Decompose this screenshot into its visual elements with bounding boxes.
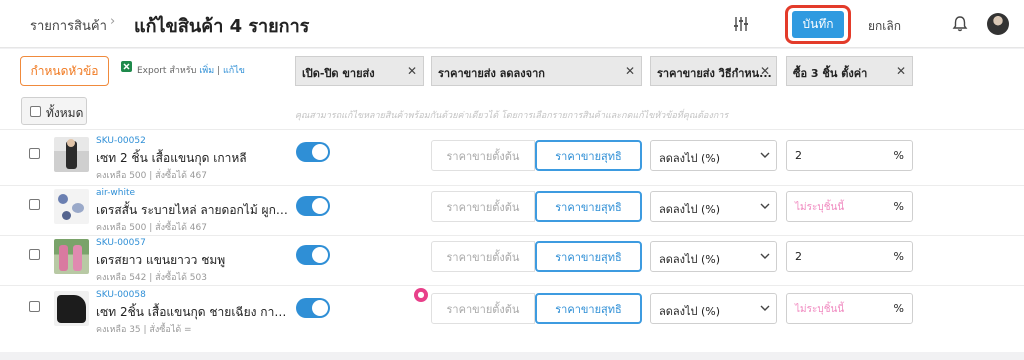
cancel-button[interactable]: ยกเลิก (868, 17, 901, 36)
row-checkbox[interactable] (29, 249, 40, 260)
select-all-label: ทั้งหมด (46, 106, 84, 120)
net-price-option[interactable]: ราคาขายสุทธิ (535, 293, 642, 324)
product-name: เซท 2 ชิ้น เสื้อแขนกุด เกาหลี (96, 151, 247, 165)
export-prefix: Export สำหรับ (137, 66, 197, 76)
row-checkbox[interactable] (29, 301, 40, 312)
buy-3-value-input[interactable]: 2 % (786, 140, 913, 171)
buy-3-value-placeholder: ไม่ระบุชิ้นนี้ (795, 202, 845, 213)
wholesale-toggle[interactable] (296, 245, 330, 265)
percent-unit: % (893, 149, 904, 162)
product-stock: คงเหลือ 35 | สั่งซื้อได้ = (96, 325, 192, 335)
product-name: เดรสยาว แขนยาวว ชมพู (96, 253, 226, 267)
product-name: เซท 2ชิ้น เสื้อแขนกุด ชายเฉียง กางเกง (96, 305, 291, 319)
product-thumbnail (54, 239, 89, 274)
close-icon[interactable]: ✕ (760, 64, 770, 78)
base-price-option[interactable]: ราคาขายตั้งต้น (431, 241, 535, 272)
wholesale-toggle[interactable] (296, 196, 330, 216)
method-select[interactable]: ลดลงไป (%) (650, 140, 777, 171)
method-value: ลดลงไป (%) (659, 253, 721, 266)
base-price-option[interactable]: ราคาขายตั้งต้น (431, 191, 535, 222)
divider (0, 285, 1024, 286)
net-price-option[interactable]: ราคาขายสุทธิ (535, 191, 642, 222)
table-row: SKU-00058 เซท 2ชิ้น เสื้อแขนกุด ชายเฉียง… (0, 290, 1024, 341)
helper-hint: คุณสามารถแก้ไขหลายสินค้าพร้อมกันด้วยค่าเ… (295, 111, 729, 121)
product-thumbnail (54, 137, 89, 172)
column-header-wholesale-discount[interactable]: ราคาขายส่ง ลดลงจาก ✕ (431, 56, 642, 86)
close-icon[interactable]: ✕ (407, 64, 417, 78)
save-button[interactable]: บันทึก (792, 11, 844, 38)
buy-3-value-input[interactable]: 2 % (786, 241, 913, 272)
wholesale-toggle[interactable] (296, 298, 330, 318)
method-value: ลดลงไป (%) (659, 152, 721, 165)
product-thumbnail (54, 189, 89, 224)
column-header-label: ราคาขายส่ง ลดลงจาก (438, 67, 545, 80)
top-bar: รายการสินค้า › แก้ไขสินค้า 4 รายการ บันท… (0, 0, 1024, 48)
column-header-wholesale-method[interactable]: ราคาขายส่ง วิธีกำหน... ✕ (650, 56, 777, 86)
buy-3-value-placeholder: ไม่ระบุชิ้นนี้ (795, 304, 845, 315)
chat-widget-icon[interactable]: ● (414, 288, 428, 302)
chevron-down-icon (760, 305, 770, 311)
product-thumbnail (54, 291, 89, 326)
product-stock: คงเหลือ 500 | สั่งซื้อได้ 467 (96, 171, 207, 181)
select-all[interactable]: ทั้งหมด (21, 97, 87, 125)
divider (0, 235, 1024, 236)
bell-icon[interactable] (951, 15, 969, 33)
export-separator: | (217, 66, 221, 76)
buy-3-value: 2 (795, 149, 802, 162)
column-header-wholesale-toggle[interactable]: เปิด-ปิด ขายส่ง ✕ (295, 56, 424, 86)
net-price-option[interactable]: ราคาขายสุทธิ (535, 140, 642, 171)
column-header-buy-3-setting[interactable]: ซื้อ 3 ชิ้น ตั้งค่า ✕ (786, 56, 913, 86)
divider (0, 185, 1024, 186)
base-price-option[interactable]: ราคาขายตั้งต้น (431, 293, 535, 324)
column-header-label: ซื้อ 3 ชิ้น ตั้งค่า (793, 67, 868, 80)
product-name: เดรสสั้น ระบายไหล่ ลายดอกไม้ ผูกเอว (96, 203, 291, 217)
sliders-icon[interactable] (732, 15, 750, 33)
percent-unit: % (893, 250, 904, 263)
row-checkbox[interactable] (29, 199, 40, 210)
avatar[interactable] (987, 13, 1009, 35)
excel-icon (121, 61, 132, 72)
close-icon[interactable]: ✕ (625, 64, 635, 78)
divider (0, 129, 1024, 130)
method-select[interactable]: ลดลงไป (%) (650, 191, 777, 222)
row-checkbox[interactable] (29, 148, 40, 159)
page-title: แก้ไขสินค้า 4 รายการ (134, 16, 310, 37)
method-value: ลดลงไป (%) (659, 203, 721, 216)
product-sku[interactable]: SKU-00052 (96, 136, 146, 146)
define-header-button[interactable]: กำหนดหัวข้อ (20, 56, 109, 86)
net-price-option[interactable]: ราคาขายสุทธิ (535, 241, 642, 272)
breadcrumb-separator: › (110, 14, 116, 29)
export-links: Export สำหรับ เพิ่ม | แก้ไข (137, 63, 245, 77)
buy-3-value: 2 (795, 250, 802, 263)
table-row: SKU-00057 เดรสยาว แขนยาวว ชมพู คงเหลือ 5… (0, 238, 1024, 289)
select-all-checkbox[interactable] (30, 106, 41, 117)
buy-3-value-input[interactable]: ไม่ระบุชิ้นนี้ % (786, 293, 913, 324)
method-value: ลดลงไป (%) (659, 305, 721, 318)
close-icon[interactable]: ✕ (896, 64, 906, 78)
product-sku[interactable]: SKU-00058 (96, 290, 146, 300)
column-header-label: ราคาขายส่ง วิธีกำหน... (657, 67, 772, 80)
product-sku[interactable]: air-white (96, 188, 135, 198)
percent-unit: % (893, 302, 904, 315)
chevron-down-icon (760, 203, 770, 209)
chevron-down-icon (760, 152, 770, 158)
table-row: SKU-00052 เซท 2 ชิ้น เสื้อแขนกุด เกาหลี … (0, 136, 1024, 187)
product-stock: คงเหลือ 500 | สั่งซื้อได้ 467 (96, 223, 207, 233)
base-price-option[interactable]: ราคาขายตั้งต้น (431, 140, 535, 171)
product-stock: คงเหลือ 542 | สั่งซื้อได้ 503 (96, 273, 207, 283)
wholesale-toggle[interactable] (296, 142, 330, 162)
product-sku[interactable]: SKU-00057 (96, 238, 146, 248)
buy-3-value-input[interactable]: ไม่ระบุชิ้นนี้ % (786, 191, 913, 222)
percent-unit: % (893, 200, 904, 213)
chevron-down-icon (760, 253, 770, 259)
table-row: air-white เดรสสั้น ระบายไหล่ ลายดอกไม้ ผ… (0, 188, 1024, 239)
export-edit-link[interactable]: แก้ไข (223, 66, 245, 76)
method-select[interactable]: ลดลงไป (%) (650, 293, 777, 324)
column-header-label: เปิด-ปิด ขายส่ง (302, 67, 375, 80)
method-select[interactable]: ลดลงไป (%) (650, 241, 777, 272)
breadcrumb[interactable]: รายการสินค้า (30, 15, 107, 36)
export-add-link[interactable]: เพิ่ม (199, 66, 214, 76)
